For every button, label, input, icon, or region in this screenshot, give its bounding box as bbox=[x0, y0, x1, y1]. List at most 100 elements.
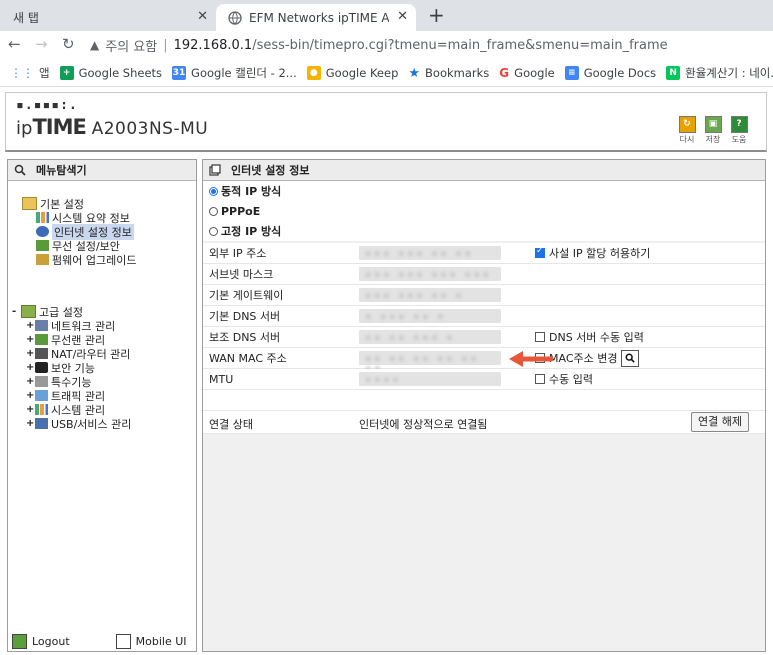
expand-plus-icon[interactable]: + bbox=[26, 362, 35, 373]
field-external-ip: 외부 IP 주소 ▪▪▪ ▪▪▪ ▪▪ ▪▪ 사설 IP 할당 허용하기 bbox=[203, 243, 765, 264]
router-icon bbox=[35, 348, 48, 359]
close-icon[interactable]: ✕ bbox=[197, 9, 208, 24]
menu-special-features[interactable]: + 특수기능 bbox=[26, 375, 91, 389]
radio-unchecked[interactable] bbox=[209, 206, 218, 216]
naver-icon: N bbox=[666, 66, 681, 80]
bookmark-google-sheets[interactable]: + Google Sheets bbox=[59, 66, 162, 80]
tab-strip: 새 탭 ✕ EFM Networks ipTIME A2003NS ✕ + bbox=[0, 0, 773, 31]
router-page: ▪.▪▪▪:. ipTIME A2003NS-MU ↻ 다시 ▣ 저장 ? 도움… bbox=[0, 87, 773, 655]
save-disk-icon: ▣ bbox=[704, 116, 722, 133]
menu-basic-settings[interactable]: 기본 설정 bbox=[22, 197, 84, 211]
menu-firmware-upgrade[interactable]: 펌웨어 업그레이드 bbox=[36, 253, 136, 267]
save-button[interactable]: ▣ 저장 bbox=[700, 116, 726, 145]
spacer-row bbox=[203, 390, 765, 411]
redacted-value: ▪▪ ▪▪ ▪▪▪ ▪ bbox=[359, 330, 501, 344]
manual-dns-option[interactable]: DNS 서버 수동 입력 bbox=[535, 329, 644, 345]
expand-plus-icon[interactable]: + bbox=[26, 376, 35, 387]
collapse-minus-icon[interactable]: - bbox=[12, 306, 21, 317]
network-globe-icon bbox=[36, 226, 49, 237]
allow-private-ip-option[interactable]: 사설 IP 할당 허용하기 bbox=[535, 245, 650, 261]
radio-checked[interactable] bbox=[209, 186, 218, 196]
tab-iptime[interactable]: EFM Networks ipTIME A2003NS ✕ bbox=[216, 4, 416, 31]
warning-triangle-icon[interactable]: ▲ bbox=[90, 38, 99, 52]
field-secondary-dns: 보조 DNS 서버 ▪▪ ▪▪ ▪▪▪ ▪ DNS 서버 수동 입력 bbox=[203, 327, 765, 348]
security-warning-text[interactable]: 주의 요함 bbox=[105, 36, 157, 55]
menu-advanced-settings[interactable]: - 고급 설정 bbox=[12, 305, 83, 319]
connection-mode-group: 동적 IP 방식 PPPoE 고정 IP 방식 bbox=[203, 181, 765, 241]
model-name: A2003NS-MU bbox=[91, 119, 209, 139]
menu-network-management[interactable]: + 네트워크 관리 bbox=[26, 319, 115, 333]
refresh-icon: ↻ bbox=[678, 116, 696, 133]
menu-wireless-security[interactable]: 무선 설정/보안 bbox=[36, 239, 120, 253]
mac-search-button[interactable] bbox=[621, 349, 640, 367]
bookmark-google[interactable]: G Google bbox=[499, 66, 554, 80]
back-arrow-icon[interactable]: ← bbox=[8, 35, 21, 53]
apps-grid-icon: ⋮⋮ bbox=[10, 66, 34, 80]
menu-system-summary[interactable]: 시스템 요약 정보 bbox=[36, 211, 130, 225]
expand-plus-icon[interactable]: + bbox=[26, 418, 35, 429]
wireless-signal-icon bbox=[35, 334, 48, 345]
manual-mtu-option[interactable]: 수동 입력 bbox=[535, 371, 593, 387]
mode-dynamic-ip[interactable]: 동적 IP 방식 bbox=[203, 181, 765, 201]
field-default-gateway: 기본 게이트웨이 ▪▪▪ ▪▪▪ ▪▪ ▪ bbox=[203, 285, 765, 306]
disconnect-button[interactable]: 연결 해제 bbox=[691, 412, 749, 432]
keep-icon: ● bbox=[306, 66, 321, 80]
expand-plus-icon[interactable]: + bbox=[26, 334, 35, 345]
expand-plus-icon[interactable]: + bbox=[26, 348, 35, 359]
tab-new-tab[interactable]: 새 탭 ✕ bbox=[0, 4, 216, 31]
logout-link[interactable]: Logout bbox=[12, 633, 70, 649]
mobile-phone-icon bbox=[115, 633, 131, 649]
bookmark-naver-exchange[interactable]: N 환율계산기 : 네이... bbox=[666, 65, 773, 81]
mode-pppoe[interactable]: PPPoE bbox=[203, 201, 765, 221]
logout-icon bbox=[12, 633, 27, 649]
checkbox-unchecked[interactable] bbox=[535, 374, 545, 384]
docs-icon: ≡ bbox=[564, 66, 579, 80]
bookmark-google-docs[interactable]: ≡ Google Docs bbox=[564, 66, 656, 80]
bookmark-bookmarks[interactable]: ★ Bookmarks bbox=[408, 66, 489, 81]
forward-arrow-icon[interactable]: → bbox=[35, 35, 48, 53]
refresh-button[interactable]: ↻ 다시 bbox=[674, 116, 700, 145]
menu-wireless-management[interactable]: + 무선랜 관리 bbox=[26, 333, 105, 347]
magnifier-icon bbox=[625, 353, 636, 363]
bookmark-google-keep[interactable]: ● Google Keep bbox=[306, 66, 398, 80]
firmware-icon bbox=[36, 254, 49, 265]
new-tab-plus-icon[interactable]: + bbox=[428, 3, 445, 27]
checkbox-checked[interactable] bbox=[535, 246, 545, 258]
network-icon bbox=[35, 320, 48, 331]
field-primary-dns: 기본 DNS 서버 ▪ ▪▪▪ ▪▪ ▪ bbox=[203, 306, 765, 327]
annotation-arrow-icon bbox=[509, 351, 553, 367]
menu-traffic-management[interactable]: + 트래픽 관리 bbox=[26, 389, 105, 403]
window-stack-icon bbox=[209, 164, 221, 176]
close-icon[interactable]: ✕ bbox=[397, 9, 408, 24]
radio-unchecked[interactable] bbox=[209, 226, 218, 236]
menu-security[interactable]: + 보안 기능 bbox=[26, 361, 95, 375]
magnifier-icon bbox=[14, 164, 26, 176]
menu-navigator-panel: 메뉴탐색기 기본 설정 시스템 요약 정보 인터넷 설정 정보 무선 설정/보안… bbox=[7, 159, 197, 652]
url-omnibox[interactable]: ▲ 주의 요함 | 192.168.0.1/sess-bin/timepro.c… bbox=[90, 33, 760, 57]
redacted-value: ▪▪▪▪ bbox=[359, 372, 501, 386]
lock-icon bbox=[35, 362, 48, 373]
bookmark-apps[interactable]: ⋮⋮ 앱 bbox=[10, 65, 50, 81]
redacted-value: ▪ ▪▪▪ ▪▪ ▪ bbox=[359, 309, 501, 323]
bookmarks-bar: ⋮⋮ 앱 + Google Sheets 31 Google 캘린더 - 2..… bbox=[0, 60, 773, 87]
menu-internet-settings[interactable]: 인터넷 설정 정보 bbox=[36, 223, 134, 240]
menu-nat-router[interactable]: + NAT/라우터 관리 bbox=[26, 347, 130, 361]
field-wan-mac: WAN MAC 주소 ▪▪ ▪▪ ▪▪ ▪▪ ▪▪ ▪▪ MAC주소 변경 bbox=[203, 348, 765, 374]
mode-static-ip[interactable]: 고정 IP 방식 bbox=[203, 221, 765, 241]
bookmark-google-calendar[interactable]: 31 Google 캘린더 - 2... bbox=[172, 65, 297, 81]
globe-icon bbox=[228, 10, 242, 25]
mobile-ui-link[interactable]: Mobile UI bbox=[115, 633, 187, 649]
tab-title: EFM Networks ipTIME A2003NS bbox=[249, 10, 389, 25]
menu-system-management[interactable]: + 시스템 관리 bbox=[26, 403, 105, 417]
help-button[interactable]: ? 도움 bbox=[726, 116, 752, 145]
expand-plus-icon[interactable]: + bbox=[26, 320, 35, 331]
checkbox-unchecked[interactable] bbox=[535, 332, 545, 342]
bar-chart-icon bbox=[36, 212, 49, 223]
expand-plus-icon[interactable]: + bbox=[26, 404, 35, 415]
iptime-logo: ipTIME A2003NS-MU bbox=[16, 115, 209, 139]
menu-usb-service[interactable]: + USB/서비스 관리 bbox=[26, 417, 131, 431]
expand-plus-icon[interactable]: + bbox=[26, 390, 35, 401]
reload-icon[interactable]: ↻ bbox=[62, 35, 75, 53]
special-feature-icon bbox=[35, 376, 48, 387]
connection-status-row: 연결 상태 인터넷에 정상적으로 연결됨 연결 해제 bbox=[203, 411, 765, 434]
